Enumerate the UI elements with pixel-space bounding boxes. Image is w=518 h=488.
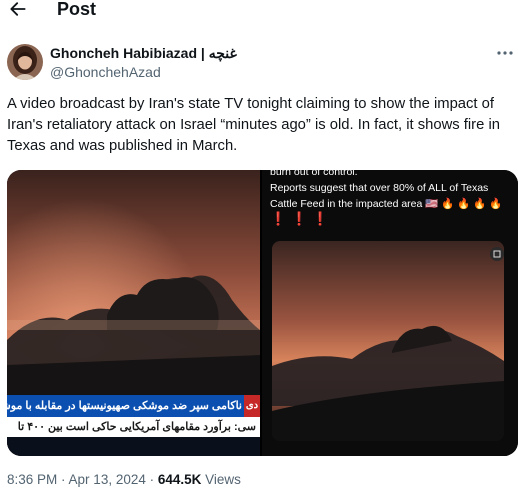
meta-separator: ·: [145, 472, 158, 487]
top-bar: Post: [0, 0, 518, 22]
news-ticker-secondary: سی: برآورد مقامهای آمریکایی حاکی است بین…: [7, 417, 260, 437]
gif-badge-icon: [490, 247, 504, 261]
meta-separator: ·: [57, 472, 69, 487]
avatar[interactable]: [7, 44, 43, 80]
ticker-tag: دی: [244, 395, 260, 417]
author-handle[interactable]: @GhonchehAzad: [50, 64, 161, 81]
tweet-date[interactable]: Apr 13, 2024: [69, 472, 146, 487]
page-title: Post: [57, 0, 97, 19]
tweet-meta: 8:36 PM · Apr 13, 2024 · 644.5K Views: [7, 471, 241, 488]
fire-scene-image: [272, 241, 504, 441]
caption-line-1: burn out of control.: [270, 170, 358, 178]
user-photo-avatar-icon: [7, 44, 43, 80]
news-ticker-primary: ناکامی سپر ضد موشکی صهیونیستها در مقابله…: [7, 395, 260, 417]
embedded-video: [272, 241, 504, 441]
views-label: Views: [201, 472, 241, 487]
tweet-text: A video broadcast by Iran's state TV ton…: [7, 96, 500, 154]
tweet-time[interactable]: 8:36 PM: [7, 472, 57, 487]
caption-line-4: ❗❗❗: [270, 211, 334, 226]
news-ticker-bar: [7, 437, 260, 456]
author-name[interactable]: Ghoncheh Habibiazad | غنچه: [50, 45, 237, 62]
arrow-left-icon[interactable]: [8, 0, 28, 19]
views-count: 644.5K: [157, 472, 202, 487]
caption-line-2: Reports suggest that over 80% of ALL of …: [270, 182, 489, 194]
ticker-line-2: سی: برآورد مقامهای آمریکایی حاکی است بین…: [17, 421, 256, 433]
caption-line-3: Cattle Feed in the impacted area 🇺🇸 🔥 🔥 …: [270, 198, 503, 210]
image-thumbnail-right[interactable]: burn out of control. Reports suggest tha…: [262, 170, 518, 456]
more-horizontal-icon[interactable]: [496, 46, 514, 60]
ticker-line-1: ناکامی سپر ضد موشکی صهیونیستها در مقابله…: [7, 400, 242, 412]
media-grid: ناکامی سپر ضد موشکی صهیونیستها در مقابله…: [7, 170, 518, 456]
video-thumbnail-left[interactable]: ناکامی سپر ضد موشکی صهیونیستها در مقابله…: [7, 170, 260, 456]
screenshot-caption: burn out of control. Reports suggest tha…: [270, 170, 514, 226]
